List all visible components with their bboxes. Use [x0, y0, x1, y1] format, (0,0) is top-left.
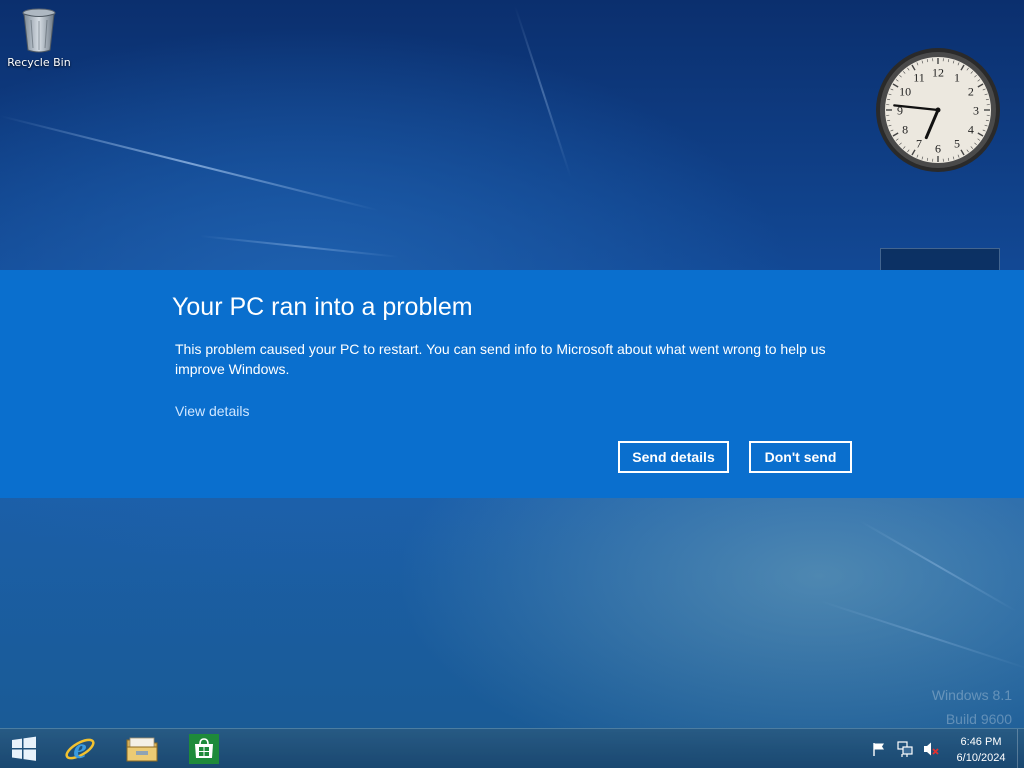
windows-version-watermark: Windows 8.1 Build 9600 — [932, 683, 1012, 731]
file-explorer-taskbar-button[interactable] — [120, 731, 164, 767]
watermark-line: Windows 8.1 — [931, 687, 1012, 703]
taskbar: e 6:46 PM 6/10/2024 — [0, 728, 1024, 768]
error-dialog-title: Your PC ran into a problem — [172, 293, 473, 321]
clock-numeral: 2 — [968, 85, 974, 99]
desktop-icon-recycle-bin[interactable]: Recycle Bin — [6, 6, 72, 69]
desktop: Recycle Bin 12 1 2 3 4 5 6 7 8 9 10 11 Windows 8.1 … — [0, 0, 1024, 768]
svg-text:e: e — [73, 732, 86, 765]
taskbar-clock[interactable]: 6:46 PM 6/10/2024 — [946, 734, 1016, 766]
clock-numeral: 12 — [932, 66, 944, 80]
send-details-button[interactable]: Send details — [618, 441, 729, 473]
action-center-flag-icon[interactable] — [868, 738, 890, 760]
clock-numeral: 1 — [954, 71, 960, 85]
windows-logo-icon — [12, 736, 36, 761]
analog-clock-face: 12 1234567891011 — [876, 48, 1000, 172]
error-dialog-message: This problem caused your PC to restart. … — [175, 341, 826, 377]
start-button[interactable] — [2, 731, 46, 767]
folder-icon — [126, 737, 158, 762]
volume-muted-icon[interactable] — [920, 738, 942, 760]
store-taskbar-button[interactable] — [182, 731, 226, 767]
clock-numeral: 10 — [899, 85, 911, 99]
system-tray — [868, 731, 946, 767]
internet-explorer-taskbar-button[interactable]: e — [58, 731, 102, 767]
clock-numeral: 4 — [968, 123, 974, 137]
clock-numeral: 11 — [913, 71, 925, 85]
desktop-icon-label: Recycle Bin — [7, 56, 71, 69]
clock-gadget[interactable]: 12 1 2 3 4 5 6 7 8 9 10 11 — [874, 46, 1002, 174]
dont-send-button[interactable]: Don't send — [749, 441, 852, 473]
recycle-bin-icon — [22, 8, 56, 53]
error-dialog-banner — [0, 270, 1024, 498]
wallpaper-streak — [819, 600, 1024, 670]
view-details-link[interactable]: View details — [175, 403, 249, 419]
taskbar-time: 6:46 PM — [960, 736, 1002, 748]
clock-numeral: 3 — [973, 104, 979, 118]
store-icon — [189, 734, 219, 764]
internet-explorer-icon: e — [65, 732, 95, 765]
wallpaper-streak — [0, 115, 379, 212]
show-desktop-button[interactable] — [1017, 729, 1024, 768]
clock-numeral: 8 — [902, 123, 908, 137]
clock-numeral: 5 — [954, 136, 960, 150]
clock-numeral: 6 — [935, 142, 941, 156]
wallpaper-streak — [859, 520, 1017, 612]
wallpaper-streak — [514, 5, 572, 178]
taskbar-date: 6/10/2024 — [956, 752, 1006, 764]
clock-numeral: 7 — [916, 136, 922, 150]
network-icon[interactable] — [894, 738, 916, 760]
wallpaper-streak — [199, 235, 400, 258]
